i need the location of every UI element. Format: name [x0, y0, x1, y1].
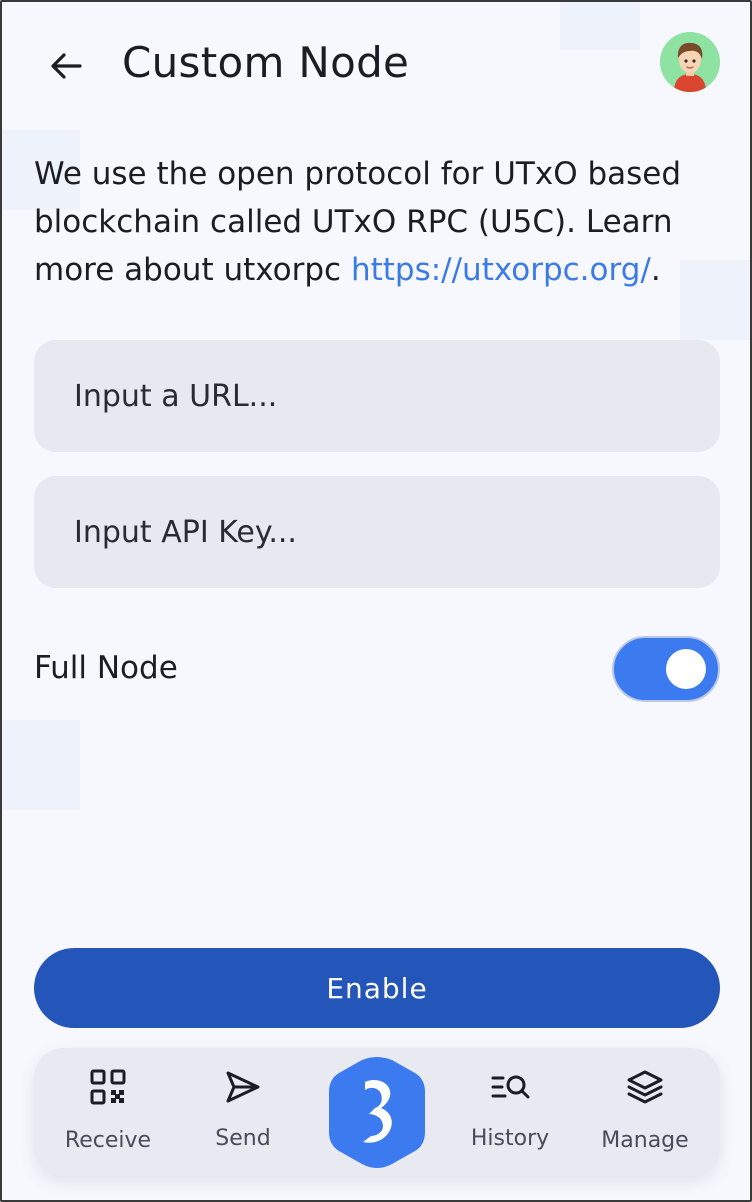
nav-send[interactable]: Send [183, 1048, 303, 1176]
layers-icon [627, 1070, 663, 1104]
api-key-field[interactable] [34, 476, 720, 588]
toggle-knob [666, 649, 706, 689]
intro-suffix: . [650, 252, 661, 288]
nav-manage[interactable]: Manage [585, 1048, 705, 1176]
app-logo-button[interactable] [327, 1056, 427, 1168]
send-icon [226, 1071, 260, 1103]
full-node-toggle[interactable] [612, 636, 720, 702]
enable-button[interactable]: Enable [34, 948, 720, 1028]
url-input[interactable] [74, 378, 720, 414]
nav-send-label: Send [215, 1126, 271, 1151]
nav-history[interactable]: History [450, 1048, 570, 1176]
nav-manage-label: Manage [601, 1128, 689, 1153]
back-button[interactable] [44, 44, 88, 88]
intro-text: We use the open protocol for UTxO based … [34, 150, 724, 294]
nav-history-label: History [470, 1126, 550, 1151]
app-logo-icon [329, 1057, 425, 1168]
nav-receive[interactable]: Receive [48, 1048, 168, 1176]
full-node-label: Full Node [34, 650, 178, 686]
qr-code-icon [90, 1069, 126, 1105]
history-search-icon [491, 1075, 530, 1099]
nav-receive-label: Receive [64, 1128, 152, 1153]
page-title: Custom Node [122, 38, 410, 87]
api-key-input[interactable] [74, 514, 720, 550]
url-field[interactable] [34, 340, 720, 452]
user-avatar-icon[interactable] [660, 32, 720, 92]
header: Custom Node [0, 0, 752, 130]
utxorpc-link[interactable]: https://utxorpc.org/ [351, 252, 651, 288]
arrow-left-icon [51, 53, 82, 79]
bottom-nav: Receive Send History Manage [34, 1048, 720, 1176]
